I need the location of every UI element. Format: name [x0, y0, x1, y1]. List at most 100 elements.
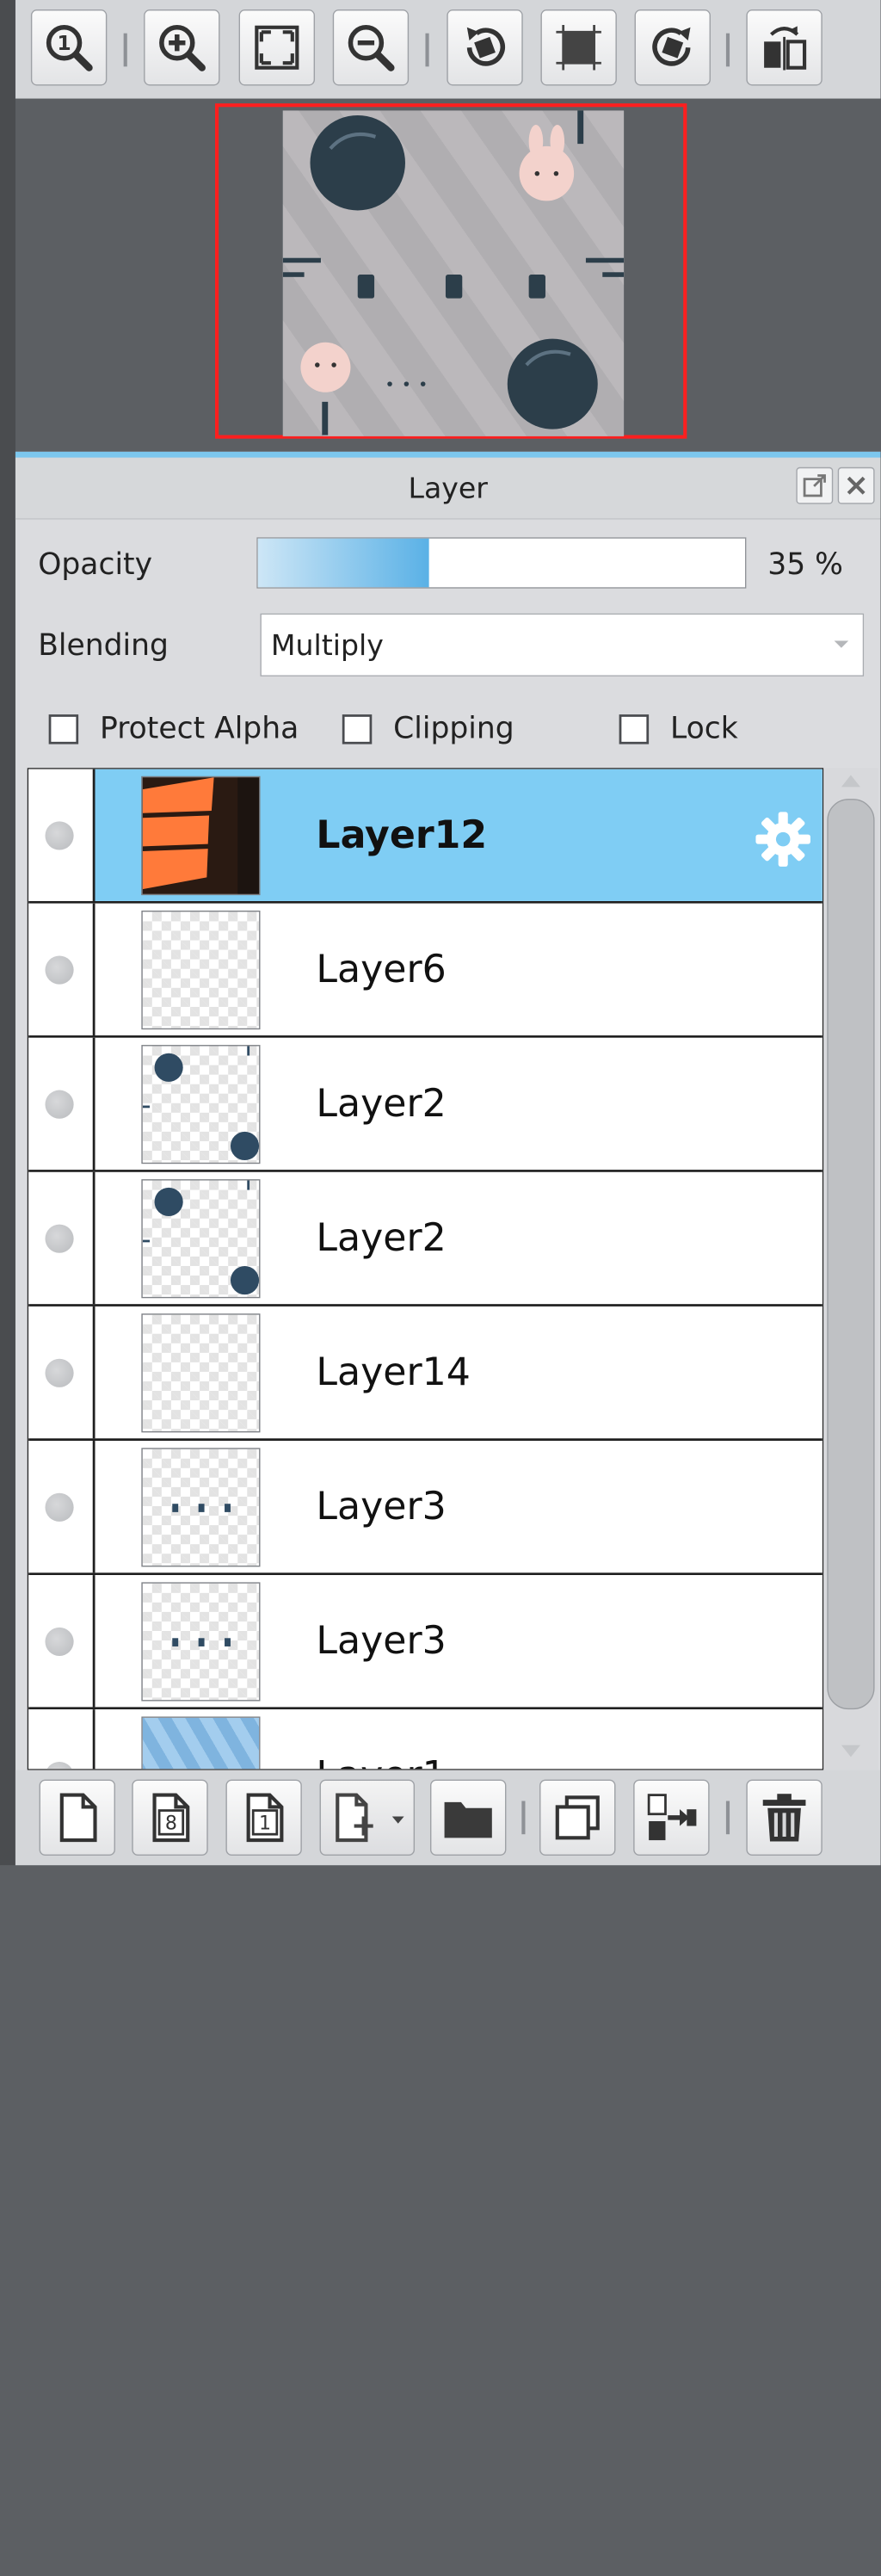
visibility-column-divider — [92, 903, 95, 1036]
eight-bit-glyph: 8 — [165, 1813, 177, 1835]
layer-row-layer2-copy[interactable]: Layer2 — [28, 1171, 822, 1307]
flip-horizontal-button[interactable] — [746, 9, 822, 86]
visibility-toggle[interactable] — [45, 1090, 74, 1119]
new-color-layer-icon — [59, 1793, 97, 1843]
visibility-toggle[interactable] — [45, 1224, 74, 1253]
visibility-column-divider — [92, 1575, 95, 1708]
visibility-column-divider — [92, 1171, 95, 1305]
opacity-slider-fill — [257, 538, 428, 588]
visibility-toggle[interactable] — [45, 1358, 74, 1387]
new-color-layer-button[interactable] — [39, 1779, 115, 1856]
layer-thumbnail — [141, 1179, 261, 1299]
zoom-out-icon — [348, 25, 395, 71]
blending-select[interactable]: Multiply — [260, 613, 865, 676]
zoom-out-button[interactable] — [332, 9, 410, 86]
blending-label: Blending — [38, 627, 169, 663]
svg-text:1: 1 — [57, 31, 71, 55]
popout-icon — [803, 474, 826, 497]
close-icon — [847, 476, 866, 495]
navigator-panel — [15, 98, 881, 452]
new-8bit-layer-button[interactable]: 8 — [132, 1779, 208, 1856]
close-panel-button[interactable] — [837, 466, 875, 504]
duplicate-layer-button[interactable] — [539, 1779, 616, 1856]
opacity-slider[interactable] — [256, 537, 747, 589]
opacity-label: Opacity — [38, 547, 153, 582]
dots-thumbnail — [172, 1638, 231, 1646]
layer-row-layer14[interactable]: Layer14 — [28, 1306, 822, 1442]
rotate-left-button[interactable] — [447, 9, 523, 86]
clipping-label: Clipping — [393, 710, 514, 746]
toolbar-separator — [521, 1801, 526, 1835]
visibility-toggle[interactable] — [45, 1761, 74, 1770]
layer-name: Layer3 — [316, 1617, 447, 1664]
rotate-right-button[interactable] — [634, 9, 711, 86]
one-bit-glyph: 1 — [259, 1813, 271, 1835]
reset-rotation-icon — [556, 25, 601, 71]
trash-icon — [762, 1794, 806, 1842]
visibility-column-divider — [92, 1037, 95, 1171]
layer-thumbnail — [141, 775, 261, 896]
circles-thumbnail — [142, 1180, 260, 1295]
layer-row-layer3[interactable]: Layer3 — [28, 1441, 822, 1576]
add-layer-menu-button[interactable] — [319, 1779, 416, 1856]
layer-name: Layer14 — [316, 1349, 471, 1395]
delete-layer-button[interactable] — [746, 1779, 822, 1856]
layer-toolbar: 8 1 — [15, 1770, 881, 1866]
new-1bit-layer-button[interactable]: 1 — [225, 1779, 302, 1856]
opacity-value: 35 % — [767, 547, 843, 582]
merge-down-icon — [647, 1794, 697, 1841]
layer-name: Layer3 — [316, 1483, 447, 1529]
protect-alpha-checkbox[interactable] — [48, 714, 79, 744]
canvas-preview — [282, 110, 625, 436]
merge-down-button[interactable] — [633, 1779, 710, 1856]
zoom-in-icon — [159, 25, 206, 71]
visibility-toggle[interactable] — [45, 1627, 74, 1657]
undock-panel-button[interactable] — [796, 466, 834, 504]
layer-thumbnail — [141, 1045, 261, 1164]
zoom-in-button[interactable] — [144, 9, 220, 86]
chevron-down-icon — [391, 1816, 404, 1824]
layer-row-layer3-copy[interactable]: Layer3 — [28, 1575, 822, 1710]
layer-thumbnail — [141, 1313, 261, 1433]
layer-row-layer12[interactable]: Layer12 — [28, 769, 822, 904]
scrollbar-thumb[interactable] — [827, 799, 875, 1710]
new-folder-button[interactable] — [429, 1779, 507, 1856]
layer-name: Layer2 — [316, 1214, 447, 1261]
visibility-column-divider — [92, 1441, 95, 1573]
layer-thumbnail — [141, 910, 261, 1030]
blending-value: Multiply — [270, 628, 384, 663]
layer-row-layer1[interactable]: Layer1 — [28, 1709, 822, 1770]
layer-row-layer6[interactable]: Layer6 — [28, 903, 822, 1038]
gear-icon[interactable] — [754, 810, 813, 869]
layer-list-scrollbar[interactable] — [824, 768, 878, 1770]
visibility-toggle[interactable] — [45, 1492, 74, 1522]
clipping-checkbox[interactable] — [342, 714, 373, 744]
flip-horizontal-icon — [764, 26, 807, 71]
visibility-column-divider — [92, 1709, 95, 1770]
canvas-preview-artwork — [282, 110, 625, 436]
visibility-column-divider — [92, 1306, 95, 1439]
layer-thumbnail — [141, 1582, 261, 1702]
layer-list: Layer12 Layer6 Layer2 Layer2 Layer14 Lay… — [27, 768, 824, 1770]
layer-name: Layer1 — [316, 1752, 446, 1769]
layer-thumbnail — [141, 1716, 261, 1770]
visibility-toggle[interactable] — [45, 821, 74, 850]
reset-rotation-button[interactable] — [540, 9, 617, 86]
fit-to-window-button[interactable] — [238, 9, 316, 86]
new-1bit-layer-icon: 1 — [246, 1793, 284, 1843]
visibility-toggle[interactable] — [45, 955, 74, 985]
dots-thumbnail — [172, 1504, 231, 1512]
navigator-view-frame[interactable] — [214, 103, 687, 439]
rotate-right-icon — [652, 27, 691, 66]
scroll-down-icon[interactable] — [841, 1745, 860, 1757]
zoom-actual-size-button[interactable]: 1 — [30, 9, 108, 86]
layer-row-layer2[interactable]: Layer2 — [28, 1037, 822, 1172]
layer-panel-title: Layer — [408, 472, 488, 506]
layer-thumbnail — [141, 1448, 261, 1567]
lock-label: Lock — [669, 710, 738, 746]
scroll-up-icon[interactable] — [841, 775, 860, 788]
visibility-column-divider — [92, 769, 95, 901]
layer-name: Layer6 — [316, 946, 447, 991]
lock-checkbox[interactable] — [619, 714, 650, 744]
add-layer-menu-icon — [336, 1793, 373, 1843]
